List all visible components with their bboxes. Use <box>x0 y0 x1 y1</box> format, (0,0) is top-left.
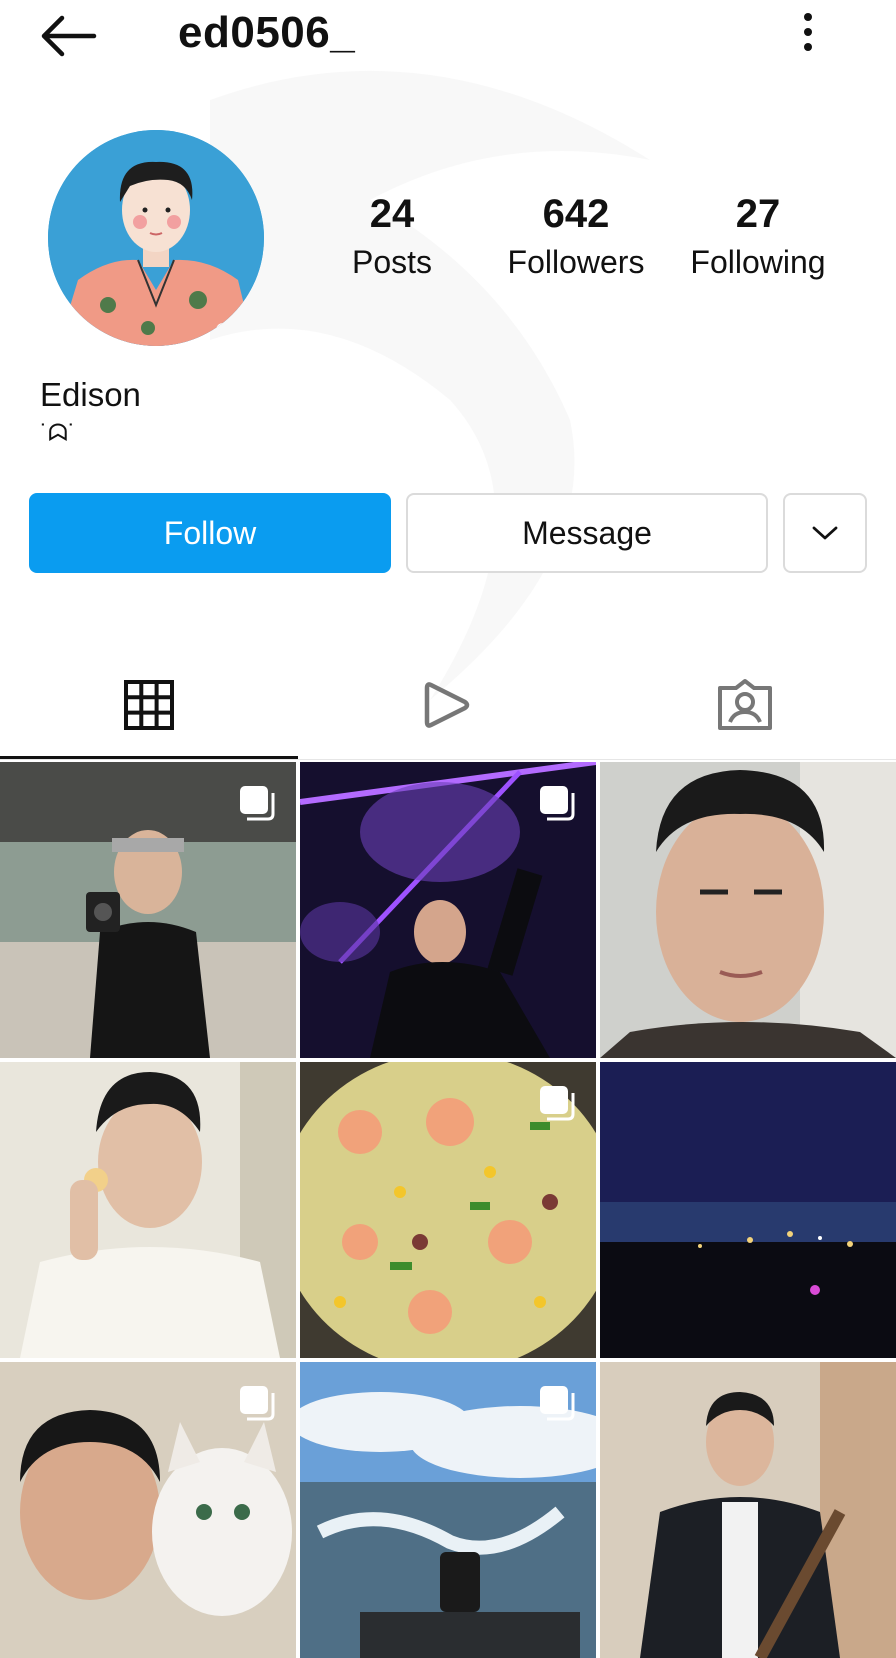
posts-stat[interactable]: 24 Posts <box>302 190 482 284</box>
post-thumbnail-1[interactable] <box>0 762 296 1058</box>
profile-avatar[interactable] <box>48 130 264 346</box>
chevron-down-icon <box>812 526 838 540</box>
tab-tagged[interactable] <box>596 650 894 760</box>
tab-posts-grid[interactable] <box>0 650 298 760</box>
grid-icon <box>124 680 174 730</box>
more-vertical-icon <box>796 13 820 51</box>
post-thumbnail-7[interactable] <box>0 1362 296 1658</box>
followers-count: 642 <box>542 192 610 236</box>
profile-tabs <box>0 650 896 760</box>
arrow-left-icon <box>41 15 97 57</box>
following-stat[interactable]: 27 Following <box>668 190 848 284</box>
posts-label: Posts <box>351 244 433 280</box>
face-closeup-image <box>600 762 896 1058</box>
night-city-image <box>600 1062 896 1358</box>
top-bar: ed0506_ <box>0 0 896 70</box>
post-thumbnail-2[interactable] <box>300 762 596 1058</box>
post-thumbnail-9[interactable] <box>600 1362 896 1658</box>
guitar-portrait-image <box>600 1362 896 1658</box>
message-button[interactable]: Message <box>406 493 768 573</box>
multiple-photos-icon <box>540 786 575 821</box>
post-thumbnail-3[interactable] <box>600 762 896 1058</box>
followers-stat[interactable]: 642 Followers <box>486 190 666 284</box>
suggested-accounts-button[interactable] <box>783 493 867 573</box>
post-thumbnail-8[interactable] <box>300 1362 596 1658</box>
tabs-divider <box>0 759 896 760</box>
posts-count: 24 <box>369 192 415 236</box>
followers-label: Followers <box>507 244 645 280</box>
following-count: 27 <box>735 192 781 236</box>
multiple-photos-icon <box>240 786 275 821</box>
profile-display-name: Edison <box>40 376 141 413</box>
post-thumbnail-4[interactable] <box>0 1062 296 1358</box>
tagged-person-icon <box>718 679 772 730</box>
profile-bio: ˙ᗣ˙ <box>40 420 76 447</box>
following-label: Following <box>690 244 826 280</box>
post-thumbnail-6[interactable] <box>600 1062 896 1358</box>
tab-reels[interactable] <box>298 650 596 760</box>
follow-button[interactable]: Follow <box>29 493 391 573</box>
multiple-photos-icon <box>240 1386 275 1421</box>
reels-play-icon <box>424 682 470 728</box>
avatar-illustration <box>48 130 264 346</box>
multiple-photos-icon <box>540 1386 575 1421</box>
profile-username: ed0506_ <box>178 8 356 57</box>
portrait-flower-image <box>0 1062 296 1358</box>
back-button[interactable] <box>38 12 98 60</box>
options-button[interactable] <box>796 10 820 54</box>
post-thumbnail-5[interactable] <box>300 1062 596 1358</box>
multiple-photos-icon <box>540 1086 575 1121</box>
watermark-logo <box>210 70 650 701</box>
